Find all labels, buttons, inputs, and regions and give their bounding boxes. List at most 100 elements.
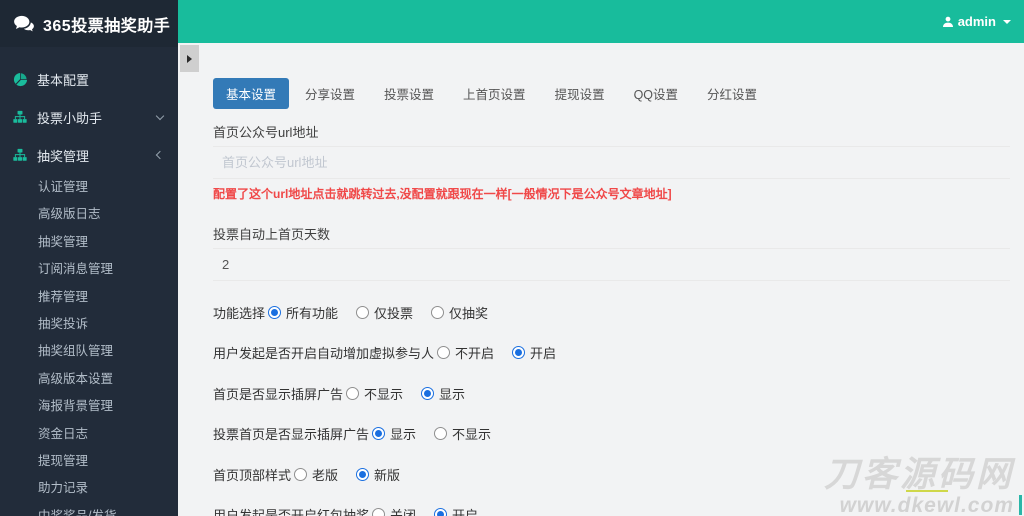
settings-tab[interactable]: 分享设置 <box>292 78 368 109</box>
sidebar-item[interactable]: 抽奖管理 <box>0 136 178 174</box>
radio-option-label: 显示 <box>390 427 417 442</box>
radio-option-label: 关闭 <box>390 508 417 516</box>
radio-field-row: 用户发起是否开启自动增加虚拟参与人 不开启 开启 <box>213 343 1010 362</box>
radio-field-row: 首页是否显示插屏广告 不显示 显示 <box>213 384 1010 403</box>
radio-option[interactable]: 显示 <box>418 384 465 403</box>
settings-tab[interactable]: 分红设置 <box>694 78 770 109</box>
radio-option-label: 新版 <box>374 467 401 483</box>
radio-button-icon <box>294 467 308 481</box>
sidebar-item[interactable]: 投票小助手 <box>0 98 178 136</box>
radio-field-row: 投票首页是否显示插屏广告 显示 不显示 <box>213 424 1010 443</box>
app-title: 365投票抽奖助手 <box>43 17 171 35</box>
radio-option[interactable]: 开启 <box>431 505 478 516</box>
sidebar-subitem[interactable]: 抽奖组队管理 <box>0 338 178 365</box>
radio-button-icon <box>346 386 360 400</box>
sidebar-subitem[interactable]: 高级版日志 <box>0 201 178 228</box>
radio-option[interactable]: 不开启 <box>434 343 494 362</box>
sidebar-subitem[interactable]: 高级版本设置 <box>0 366 178 393</box>
radio-option-label: 老版 <box>312 467 339 483</box>
radio-option[interactable]: 仅投票 <box>353 303 413 322</box>
pie-chart-icon <box>13 72 28 87</box>
days-field-group: 投票自动上首页天数 <box>213 224 1010 281</box>
top-header: admin <box>178 0 1024 43</box>
settings-tab[interactable]: 上首页设置 <box>450 78 539 109</box>
url-input[interactable] <box>213 147 1010 179</box>
radio-option-label: 所有功能 <box>286 305 339 321</box>
sidebar-item[interactable]: 基本配置 <box>0 60 178 98</box>
sidebar-subitem[interactable]: 提现管理 <box>0 448 178 475</box>
radio-option-label: 不显示 <box>452 427 492 442</box>
sitemap-icon <box>13 148 28 162</box>
radio-field-row: 功能选择 所有功能 仅投票 仅抽奖 <box>213 303 1010 322</box>
radio-field-label: 用户发起是否开启红包抽奖 <box>213 508 370 516</box>
radio-option[interactable]: 开启 <box>509 343 556 362</box>
days-input[interactable] <box>213 249 1010 281</box>
sidebar-subitem[interactable]: 海报背景管理 <box>0 393 178 420</box>
radio-button-icon <box>268 305 282 319</box>
user-icon <box>942 16 954 28</box>
sidebar-subitem[interactable]: 推荐管理 <box>0 284 178 311</box>
radio-button-icon <box>372 427 386 440</box>
radio-button-icon <box>421 386 435 400</box>
radio-option[interactable]: 显示 <box>369 424 416 443</box>
chevron-icon <box>155 150 165 160</box>
sidebar-subitem[interactable]: 资金日志 <box>0 421 178 448</box>
chat-bubbles-icon <box>13 15 35 33</box>
radio-button-icon <box>434 508 448 516</box>
radio-field-row: 首页顶部样式 老版 新版 <box>213 465 1010 484</box>
radio-button-icon <box>356 467 370 481</box>
sidebar-collapse-handle[interactable] <box>180 45 199 72</box>
sidebar-nav: 基本配置 投票小助手 抽奖管理 认证管理 高级版日志 抽奖管理 订阅消息管理 推… <box>0 47 178 516</box>
settings-tab[interactable]: 基本设置 <box>213 78 290 109</box>
user-menu[interactable]: admin <box>942 0 1011 43</box>
sidebar-subitem[interactable]: 抽奖管理 <box>0 229 178 256</box>
caret-down-icon <box>1003 19 1011 24</box>
radio-option-label: 显示 <box>439 386 466 402</box>
radio-rows: 功能选择 所有功能 仅投票 仅抽奖 用户发起是否开启自动增加虚拟参与人 不开启 … <box>213 303 1010 516</box>
radio-option-label: 不开启 <box>455 346 495 361</box>
url-field-label: 首页公众号url地址 <box>213 122 1010 147</box>
days-field-label: 投票自动上首页天数 <box>213 224 1010 249</box>
sidebar-item-label: 基本配置 <box>37 72 90 88</box>
settings-tabs: 基本设置 分享设置 投票设置 上首页设置 提现设置 QQ设置 分红设置 <box>213 78 1010 109</box>
arrow-right-icon <box>187 54 192 63</box>
settings-tab[interactable]: 提现设置 <box>542 78 618 109</box>
radio-option-label: 仅投票 <box>374 305 414 321</box>
sidebar-subitem[interactable]: 订阅消息管理 <box>0 256 178 283</box>
radio-field-label: 功能选择 <box>213 305 266 321</box>
sidebar-subitem[interactable]: 中奖奖品/发货 <box>0 503 178 516</box>
settings-tab[interactable]: 投票设置 <box>371 78 447 109</box>
radio-option-label: 不显示 <box>364 386 404 402</box>
settings-tab[interactable]: QQ设置 <box>621 78 691 109</box>
radio-button-icon <box>512 346 526 359</box>
sidebar: 365投票抽奖助手 基本配置 投票小助手 抽奖管理 认证管理 高级版日志 抽奖管… <box>0 0 178 516</box>
url-field-group: 首页公众号url地址 配置了这个url地址点击就跳转过去,没配置就跟现在一样[一… <box>213 122 1010 202</box>
url-field-help: 配置了这个url地址点击就跳转过去,没配置就跟现在一样[一般情况下是公众号文章地… <box>213 187 672 201</box>
sitemap-icon <box>13 110 28 124</box>
sidebar-item-label: 投票小助手 <box>37 110 103 126</box>
radio-field-label: 用户发起是否开启自动增加虚拟参与人 <box>213 346 435 361</box>
radio-field-label: 首页是否显示插屏广告 <box>213 386 344 402</box>
sidebar-subitem[interactable]: 助力记录 <box>0 475 178 502</box>
radio-option[interactable]: 不显示 <box>343 384 403 403</box>
radio-option[interactable]: 不显示 <box>431 424 491 443</box>
sidebar-subitem[interactable]: 抽奖投诉 <box>0 311 178 338</box>
radio-button-icon <box>434 427 448 440</box>
radio-option-label: 开启 <box>452 508 479 516</box>
radio-button-icon <box>372 508 386 516</box>
radio-button-icon <box>431 305 445 319</box>
radio-field-row: 用户发起是否开启红包抽奖 关闭 开启 <box>213 505 1010 516</box>
radio-button-icon <box>437 346 451 359</box>
radio-option[interactable]: 仅抽奖 <box>428 303 488 322</box>
sidebar-item-label: 抽奖管理 <box>37 148 90 164</box>
radio-option[interactable]: 所有功能 <box>265 303 338 322</box>
chevron-icon <box>155 111 165 121</box>
radio-option[interactable]: 老版 <box>291 465 338 484</box>
radio-option[interactable]: 新版 <box>353 465 400 484</box>
app-logo[interactable]: 365投票抽奖助手 <box>0 0 178 47</box>
main-content: 基本设置 分享设置 投票设置 上首页设置 提现设置 QQ设置 分红设置 首页公众… <box>178 43 1024 516</box>
radio-option-label: 仅抽奖 <box>449 305 489 321</box>
sidebar-subitem[interactable]: 认证管理 <box>0 174 178 201</box>
user-name: admin <box>957 14 996 29</box>
radio-option[interactable]: 关闭 <box>369 505 416 516</box>
